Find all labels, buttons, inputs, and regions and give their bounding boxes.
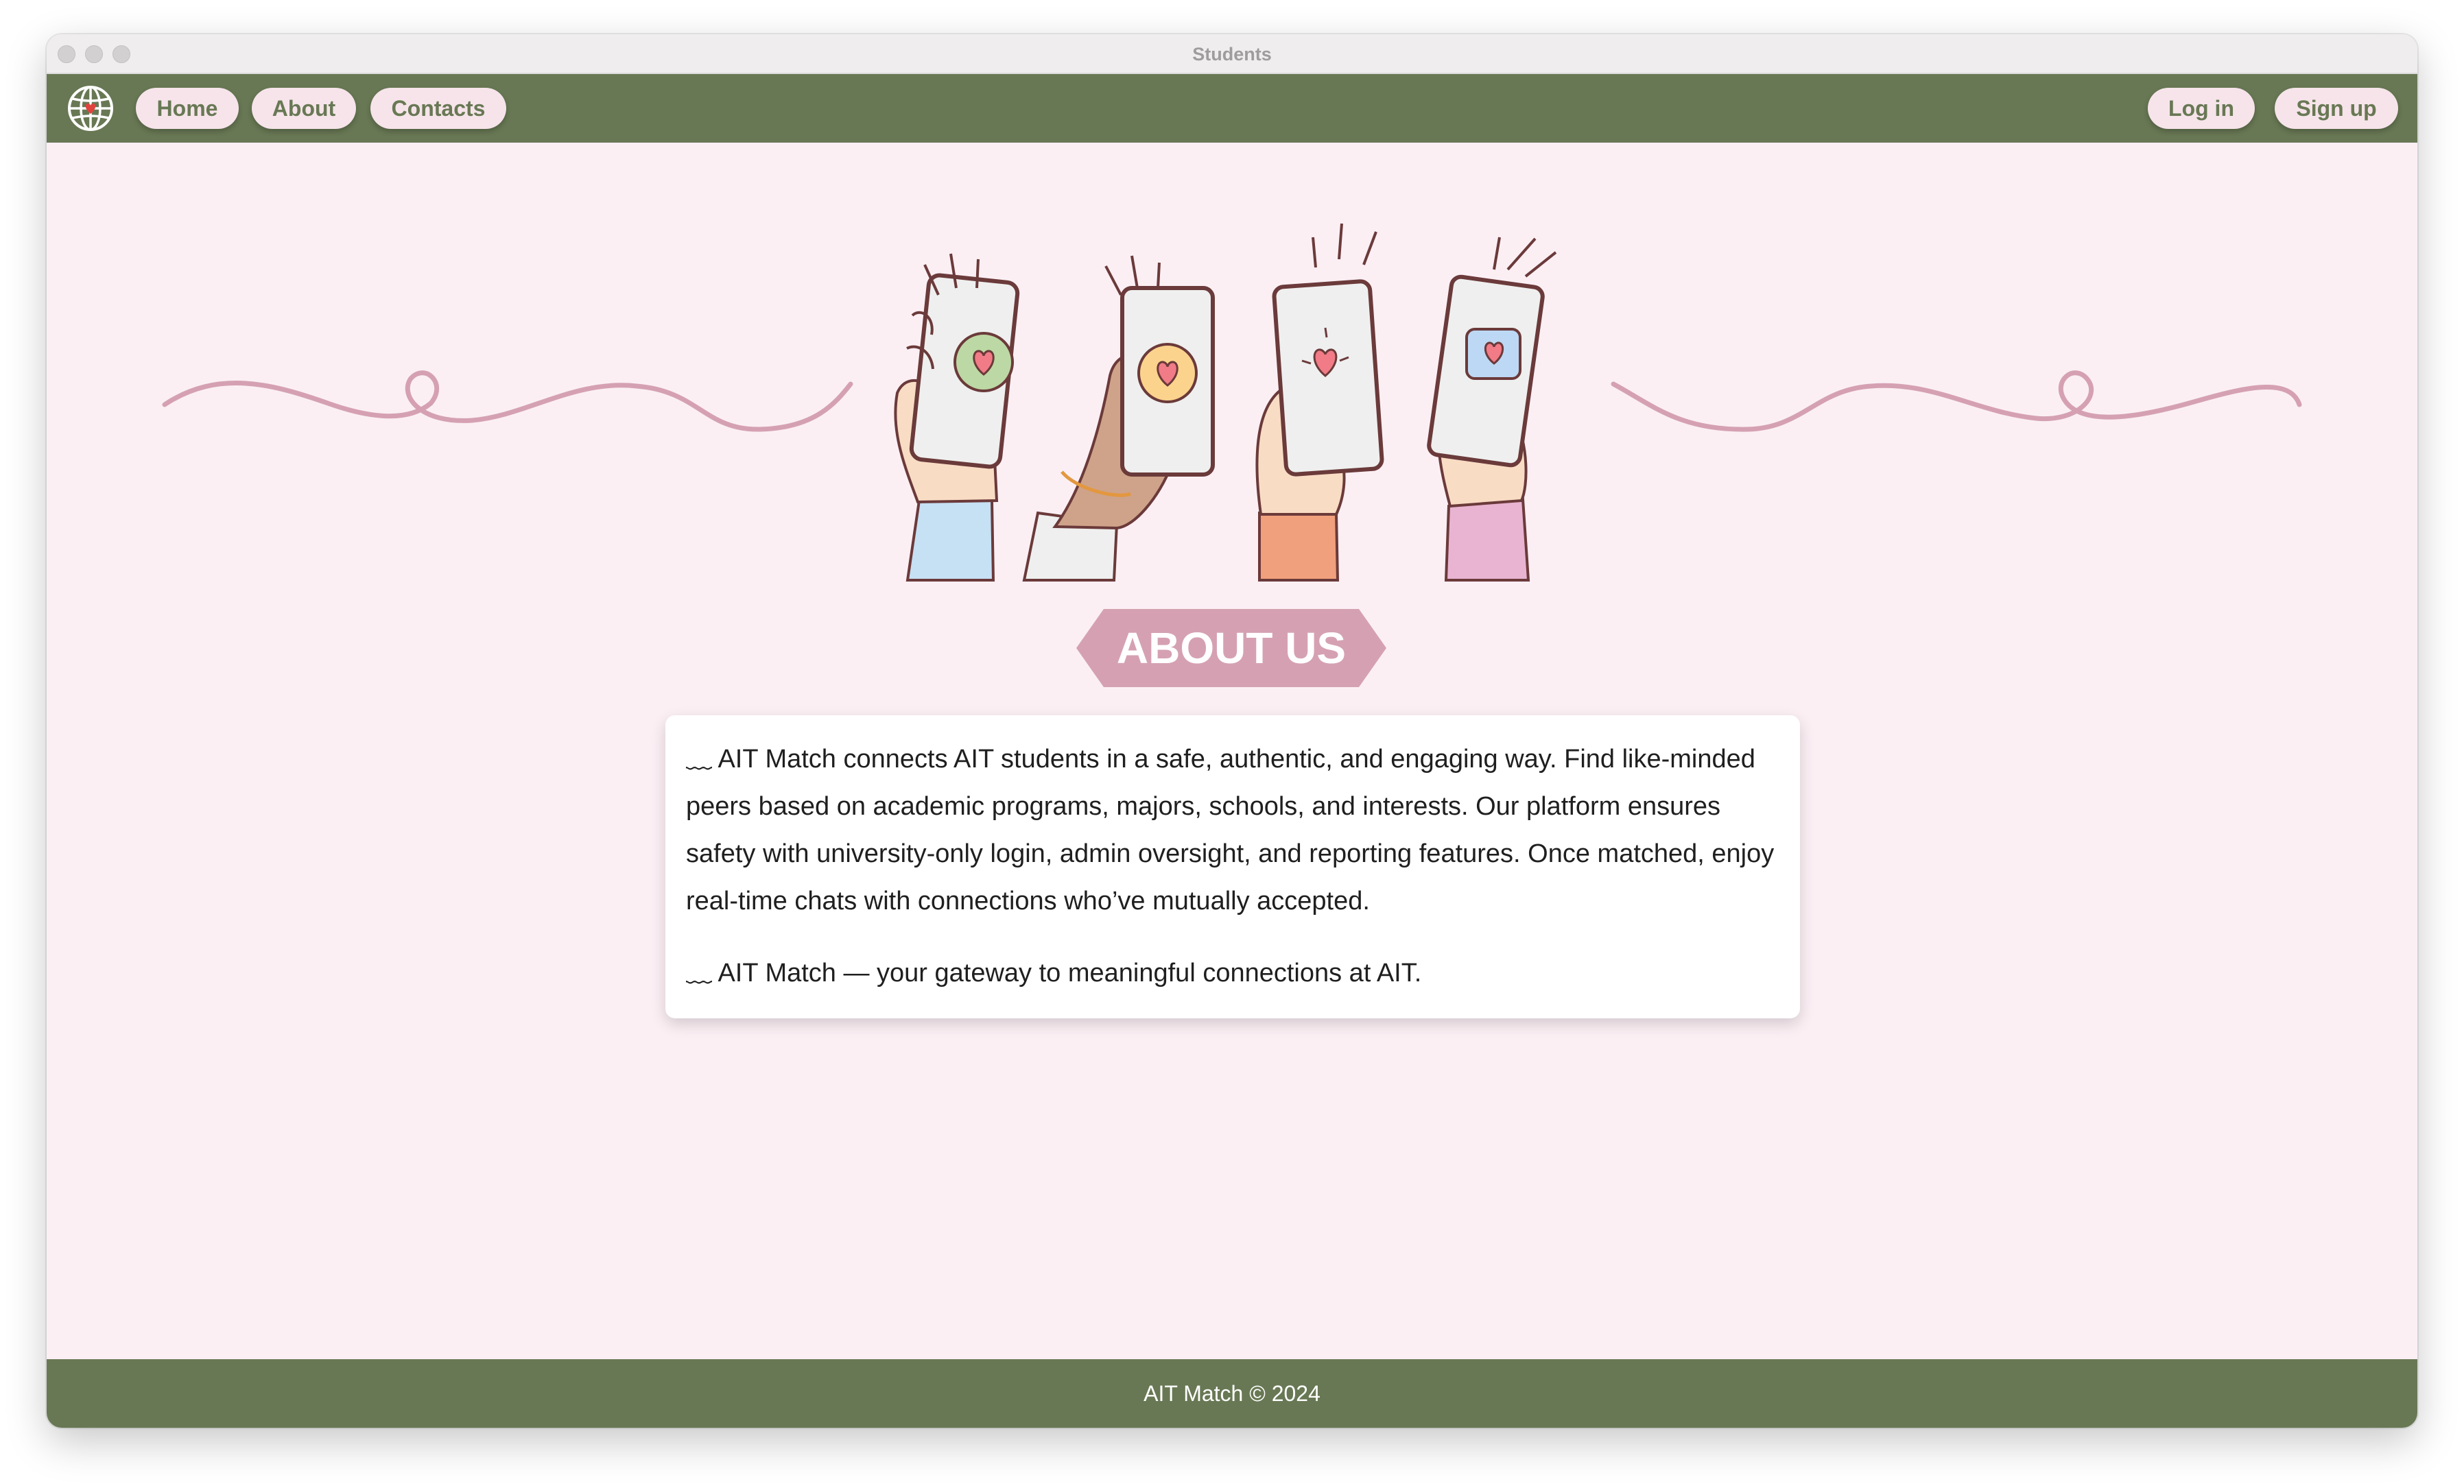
navbar: Home About Contacts Log in Sign up bbox=[47, 74, 2417, 143]
globe-heart-icon[interactable] bbox=[66, 84, 115, 133]
about-paragraph-1: ﹏ AIT Match connects AIT students in a s… bbox=[686, 745, 1775, 915]
title-bar: Students bbox=[47, 34, 2417, 74]
about-paragraph-2: ﹏ AIT Match — your gateway to meaningful… bbox=[686, 959, 1422, 988]
footer-text: AIT Match © 2024 bbox=[1144, 1381, 1320, 1406]
ribbon-left-decoration bbox=[162, 370, 853, 432]
footer: AIT Match © 2024 bbox=[47, 1359, 2417, 1428]
about-card: ﹏ AIT Match connects AIT students in a s… bbox=[665, 715, 1800, 1018]
browser-window: Students Home About Contacts Log in Sign… bbox=[47, 34, 2417, 1428]
signup-button[interactable]: Sign up bbox=[2275, 88, 2398, 129]
phone-hand-3 bbox=[1255, 223, 1384, 582]
login-button[interactable]: Log in bbox=[2148, 88, 2255, 129]
nav-home-button[interactable]: Home bbox=[136, 88, 239, 129]
ribbon-right-decoration bbox=[1611, 370, 2302, 432]
phone-hand-1 bbox=[894, 253, 1020, 582]
nav-contacts-button[interactable]: Contacts bbox=[370, 88, 506, 129]
phone-hand-2 bbox=[1022, 255, 1215, 582]
phone-hand-4 bbox=[1427, 237, 1557, 582]
hero-illustration bbox=[162, 223, 2302, 582]
window-title: Students bbox=[1192, 44, 1272, 64]
nav-about-button[interactable]: About bbox=[252, 88, 356, 129]
about-heading: ABOUT US bbox=[1116, 623, 1347, 673]
